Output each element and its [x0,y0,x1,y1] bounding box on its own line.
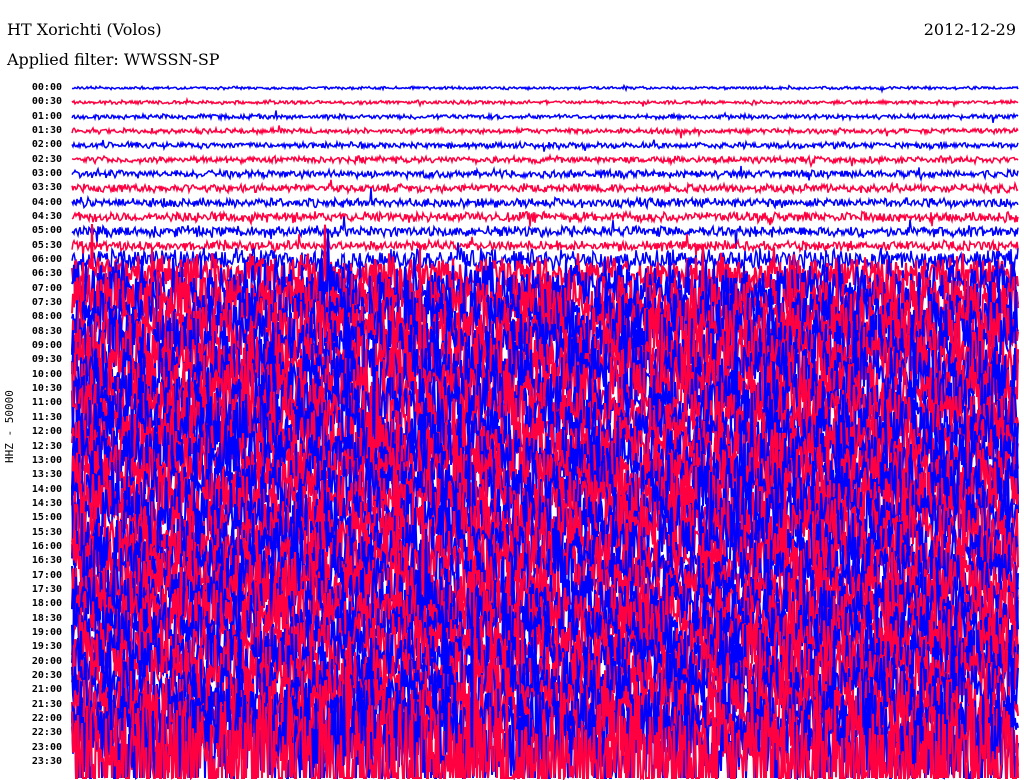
trace-row [71,209,1019,227]
trace-row [71,179,1019,196]
trace-row [71,125,1019,139]
trace-row [71,83,1019,94]
helicorder-plot [71,83,1019,780]
trace-row [71,110,1019,123]
trace-row [71,96,1019,109]
trace-row [71,152,1019,169]
trace-row [71,139,1019,152]
trace-row [71,165,1019,183]
